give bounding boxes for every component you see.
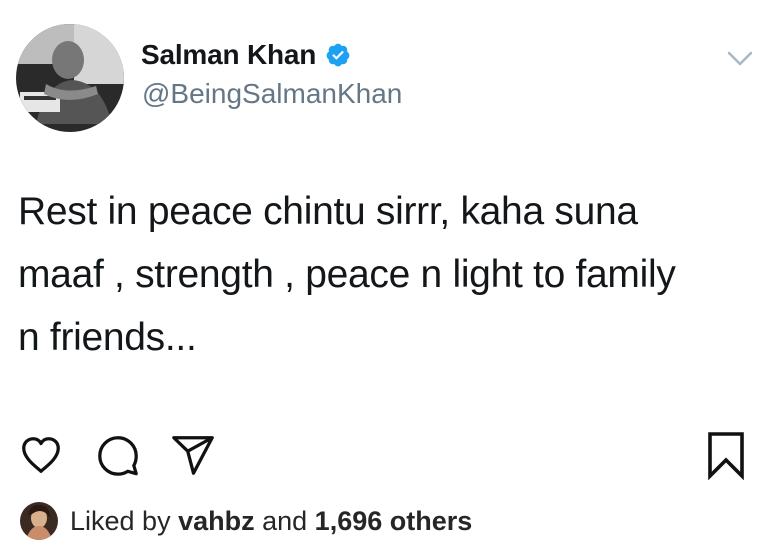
likes-prefix: Liked by (70, 505, 179, 536)
likes-summary: Liked by vahbz and 1,696 others (20, 500, 472, 542)
bookmark-icon[interactable] (706, 430, 746, 481)
profile-avatar[interactable] (16, 24, 124, 132)
comment-icon[interactable] (95, 432, 141, 478)
tweet-text: Rest in peace chintu sirrr, kaha suna ma… (18, 180, 758, 369)
display-name[interactable]: Salman Khan (141, 39, 316, 71)
heart-icon[interactable] (18, 432, 64, 478)
liker-username[interactable]: vahbz (178, 506, 255, 536)
chevron-down-icon[interactable] (726, 49, 754, 69)
post-action-bar (0, 418, 768, 498)
tweet-card: Salman Khan @BeingSalmanKhan Rest in pea… (0, 0, 768, 415)
profile-photo (16, 24, 124, 132)
send-icon[interactable] (170, 432, 216, 478)
display-name-row: Salman Khan (141, 38, 351, 72)
tweet-text-line: Rest in peace chintu sirrr, kaha suna (18, 190, 638, 233)
tweet-text-line: n friends... (18, 316, 197, 359)
user-handle[interactable]: @BeingSalmanKhan (142, 78, 402, 110)
verified-badge-icon (325, 42, 351, 68)
liker-avatar[interactable] (20, 502, 58, 540)
likes-middle: and (254, 505, 315, 536)
tweet-text-line: maaf , strength , peace n light to famil… (18, 253, 676, 296)
likes-count[interactable]: 1,696 others (315, 506, 473, 536)
likes-text: Liked by vahbz and 1,696 others (70, 506, 472, 537)
